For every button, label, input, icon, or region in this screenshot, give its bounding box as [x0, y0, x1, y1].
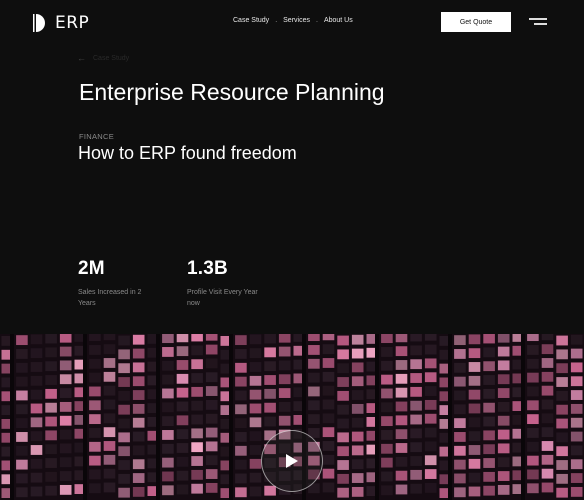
main-menu: Case Study . Services . About Us: [233, 17, 353, 24]
page-title: Enterprise Resource Planning: [79, 79, 385, 105]
stat-value: 2M: [78, 258, 105, 279]
menu-item-case-study[interactable]: Case Study: [233, 17, 269, 24]
back-link[interactable]: ← Case Study: [77, 53, 129, 63]
hamburger-icon[interactable]: [527, 17, 547, 27]
logo[interactable]: ERP: [33, 13, 89, 33]
arrow-left-icon: ←: [77, 53, 86, 63]
menu-item-services[interactable]: Services: [283, 17, 310, 24]
top-navigation: ERP Case Study . Services . About Us Get…: [0, 0, 584, 44]
logo-half-circle-icon: [33, 14, 45, 32]
logo-text: ERP: [55, 13, 90, 33]
get-quote-button[interactable]: Get Quote: [441, 12, 511, 32]
category-label: FINANCE: [79, 132, 115, 141]
stat-label: Profile Visit Every Year now: [187, 289, 258, 307]
back-link-label: Case Study: [93, 54, 130, 62]
stat-value: 1.3B: [187, 258, 228, 279]
stat-label: Sales Increased in 2 Years: [78, 289, 142, 307]
play-icon: [286, 454, 298, 468]
menu-separator: .: [315, 17, 318, 24]
stat-profile-visits: 1.3B Profile Visit Every Year now: [187, 258, 267, 309]
menu-item-about-us[interactable]: About Us: [324, 17, 353, 24]
menu-separator: .: [275, 17, 278, 24]
play-video-button[interactable]: [261, 430, 323, 492]
stat-sales: 2M Sales Increased in 2 Years: [78, 258, 158, 309]
page-subtitle: How to ERP found freedom: [78, 143, 297, 163]
